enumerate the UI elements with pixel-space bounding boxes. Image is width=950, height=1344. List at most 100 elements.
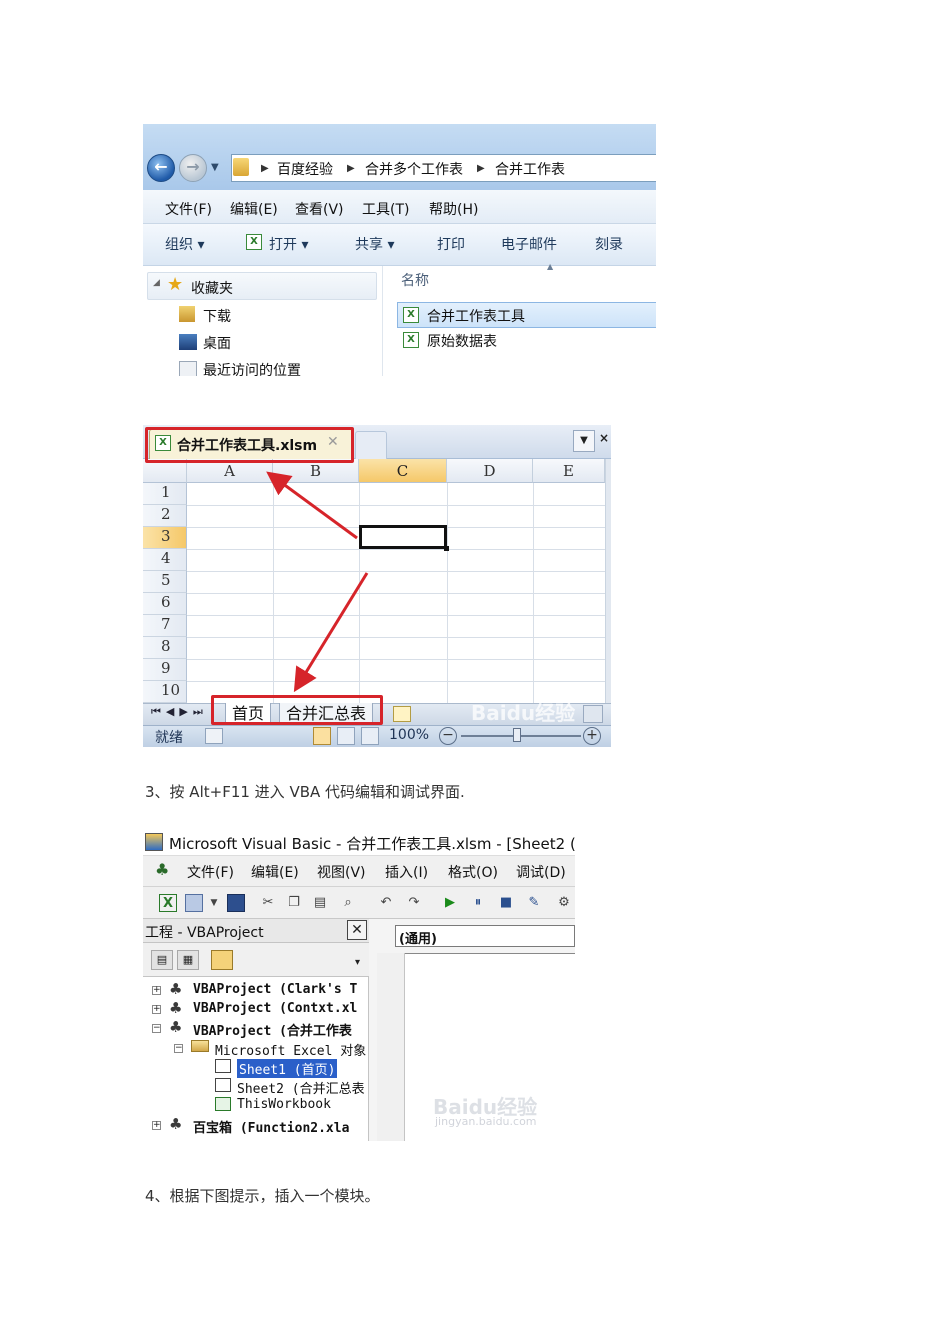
tree-node-project[interactable]: VBAProject (合并工作表 <box>193 1020 352 1039</box>
menu-file[interactable]: 文件(F) <box>187 862 234 882</box>
sheet-icon <box>215 1059 231 1073</box>
breadcrumb-separator-icon: ▶ <box>261 163 269 174</box>
menu-view[interactable]: 查看(V) <box>295 199 344 219</box>
design-mode-icon[interactable]: ✎ <box>525 894 543 912</box>
folder-icon <box>233 158 249 176</box>
nav-item-recent[interactable]: 最近访问的位置 <box>203 360 301 376</box>
undo-icon[interactable]: ↶ <box>377 894 395 912</box>
arrow-to-file-tab <box>266 471 358 540</box>
name-column-header[interactable]: 名称 <box>401 270 429 290</box>
cut-icon[interactable]: ✂ <box>259 894 277 912</box>
forward-button[interactable]: → <box>179 154 207 182</box>
print-button[interactable]: 打印 <box>437 234 465 254</box>
collapse-icon[interactable]: − <box>152 1024 161 1033</box>
save-icon[interactable] <box>227 894 245 912</box>
excel-file-icon: X <box>403 332 419 348</box>
vba-project-icon: ♣ <box>169 1018 183 1036</box>
menu-edit[interactable]: 编辑(E) <box>230 199 278 219</box>
arrow-right-icon: → <box>186 157 200 176</box>
collapse-triangle-icon[interactable]: ◢ <box>153 278 160 288</box>
close-icon[interactable]: ✕ <box>347 920 367 940</box>
dropdown-icon[interactable]: ▼ <box>205 894 223 912</box>
menu-debug[interactable]: 调试(D) <box>516 862 566 882</box>
find-icon[interactable]: ⌕ <box>339 894 357 912</box>
view-object-icon[interactable]: ▦ <box>177 950 199 970</box>
burn-button[interactable]: 刻录 <box>595 234 623 254</box>
nav-item-desktop[interactable]: 桌面 <box>203 333 231 353</box>
window-title: Microsoft Visual Basic - 合并工作表工具.xlsm - … <box>169 835 575 853</box>
breadcrumb-item[interactable]: 百度经验 <box>277 159 333 179</box>
run-icon[interactable]: ▶ <box>441 894 459 912</box>
breadcrumb-item[interactable]: 合并多个工作表 <box>365 159 463 179</box>
step-4-text: 4、根据下图提示，插入一个模块。 <box>145 1187 380 1205</box>
back-button[interactable]: ← <box>147 154 175 182</box>
step-3-text: 3、按 Alt+F11 进入 VBA 代码编辑和调试界面. <box>145 783 465 801</box>
email-button[interactable]: 电子邮件 <box>501 234 557 254</box>
collapse-icon[interactable]: − <box>174 1044 183 1053</box>
tree-node-project[interactable]: VBAProject (Clark's T <box>193 982 357 997</box>
menu-edit[interactable]: 编辑(E) <box>251 862 299 882</box>
file-name[interactable]: 原始数据表 <box>427 331 497 351</box>
tree-node-sheet-selected[interactable]: Sheet1 (首页) <box>237 1059 338 1078</box>
scroll-down-icon[interactable]: ▾ <box>355 957 360 968</box>
vba-project-icon: ♣ <box>169 999 183 1017</box>
paste-icon[interactable]: ▤ <box>311 894 329 912</box>
excel-file-icon: X <box>246 234 262 250</box>
excel-screenshot: X 合并工作表工具.xlsm ✕ ▼ × A B C D E 1 2 3 4 5… <box>143 425 611 747</box>
insert-userform-icon[interactable] <box>185 894 203 912</box>
tree-node-project[interactable]: VBAProject (Contxt.xl <box>193 1001 357 1016</box>
expand-icon[interactable]: + <box>152 986 161 995</box>
workbook-icon <box>215 1097 231 1111</box>
open-button[interactable]: 打开 ▾ <box>269 234 308 254</box>
toggle-folders-icon[interactable] <box>211 950 233 970</box>
expand-icon[interactable]: + <box>152 1005 161 1014</box>
object-combo-value: (通用) <box>399 932 437 947</box>
tree-node-sheet[interactable]: Sheet2 (合并汇总表 <box>237 1078 365 1097</box>
project-explorer-icon[interactable]: ⚙ <box>555 894 573 912</box>
desktop-icon <box>179 334 197 350</box>
explorer-screenshot: ← → ▼ ▶ 百度经验 ▶ 合并多个工作表 ▶ 合并工作表 文件(F) 编辑(… <box>143 124 656 376</box>
breadcrumb-separator-icon: ▶ <box>347 163 355 174</box>
stop-icon[interactable]: ■ <box>497 894 515 912</box>
command-bar <box>143 224 656 266</box>
view-code-icon[interactable]: ▤ <box>151 950 173 970</box>
downloads-folder-icon <box>179 306 195 322</box>
menu-format[interactable]: 格式(O) <box>448 862 498 882</box>
annotation-arrows <box>266 471 369 693</box>
menu-file[interactable]: 文件(F) <box>165 199 212 219</box>
nav-item-downloads[interactable]: 下载 <box>203 306 231 326</box>
recent-places-icon <box>179 361 197 376</box>
tree-node-project[interactable]: 百宝箱 (Function2.xla <box>193 1117 349 1136</box>
sheet-icon <box>215 1078 231 1092</box>
menu-help[interactable]: 帮助(H) <box>429 199 478 219</box>
code-gutter <box>377 953 405 1141</box>
watermark-url: jingyan.baidu.com <box>435 1115 537 1128</box>
star-icon: ★ <box>167 274 184 295</box>
expand-icon[interactable]: + <box>152 1121 161 1130</box>
vba-menu-icon: ♣ <box>155 860 170 879</box>
redo-icon[interactable]: ↷ <box>405 894 423 912</box>
history-dropdown-icon[interactable]: ▼ <box>211 162 219 173</box>
breadcrumb-item[interactable]: 合并工作表 <box>495 159 565 179</box>
vba-app-icon <box>145 833 163 851</box>
pause-icon[interactable]: ⏸ <box>469 894 487 912</box>
arrow-left-icon: ← <box>154 157 168 176</box>
vbe-screenshot: Microsoft Visual Basic - 合并工作表工具.xlsm - … <box>143 829 575 1141</box>
arrow-to-sheet-tabs <box>293 572 369 693</box>
tree-node-workbook[interactable]: ThisWorkbook <box>237 1097 331 1112</box>
copy-icon[interactable]: ❐ <box>285 894 303 912</box>
menu-tools[interactable]: 工具(T) <box>362 199 409 219</box>
folder-icon <box>191 1040 209 1052</box>
share-button[interactable]: 共享 ▾ <box>355 234 394 254</box>
favorites-label: 收藏夹 <box>191 281 233 297</box>
sort-ascending-icon: ▲ <box>547 262 554 271</box>
breadcrumb-separator-icon: ▶ <box>477 163 485 174</box>
tree-node-folder[interactable]: Microsoft Excel 对象 <box>215 1040 366 1059</box>
project-pane-title: 工程 - VBAProject <box>145 925 264 941</box>
file-name[interactable]: 合并工作表工具 <box>427 306 525 326</box>
organize-button[interactable]: 组织 ▾ <box>165 234 204 254</box>
vba-project-icon: ♣ <box>169 980 183 998</box>
view-excel-icon[interactable]: X <box>159 894 177 912</box>
menu-insert[interactable]: 插入(I) <box>385 862 428 882</box>
menu-view[interactable]: 视图(V) <box>317 862 366 882</box>
